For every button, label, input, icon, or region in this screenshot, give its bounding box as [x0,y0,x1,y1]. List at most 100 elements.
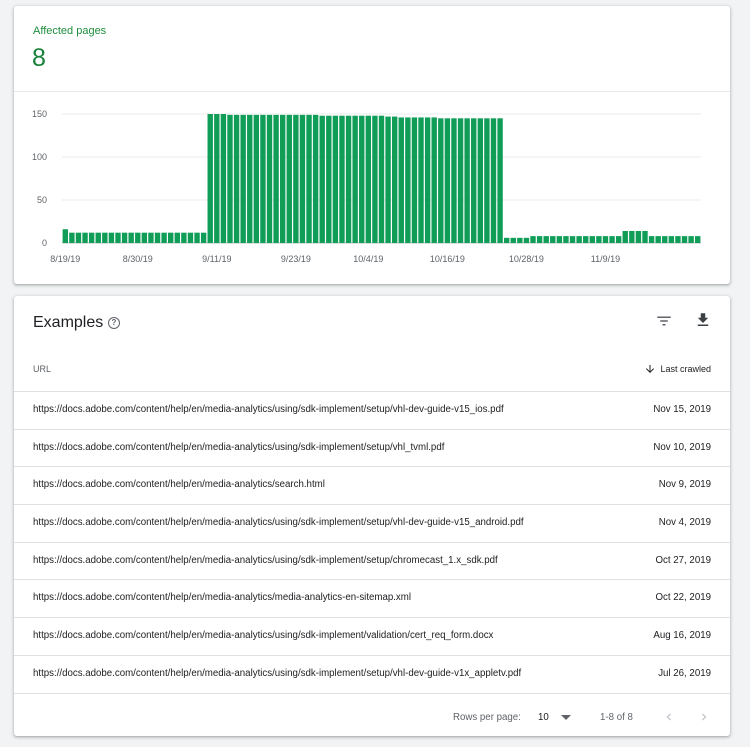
bar[interactable] [418,117,424,243]
filter-icon[interactable] [655,312,673,330]
bar[interactable] [75,232,82,243]
bar[interactable] [352,115,358,243]
bar[interactable] [457,118,464,243]
table-row[interactable]: https://docs.adobe.com/content/help/en/m… [14,430,730,468]
bar[interactable] [273,114,279,243]
bar[interactable] [95,232,101,243]
bar[interactable] [88,232,95,243]
bar[interactable] [629,230,635,243]
bar[interactable] [161,232,167,243]
bar[interactable] [233,114,240,243]
bar[interactable] [411,117,418,243]
bar[interactable] [648,236,655,243]
bar[interactable] [451,118,457,243]
bar[interactable] [293,114,299,243]
bar[interactable] [477,118,484,243]
bar[interactable] [563,236,569,243]
bar[interactable] [240,114,246,243]
bar[interactable] [207,114,213,243]
bar[interactable] [490,118,497,243]
bar[interactable] [536,236,543,243]
bar[interactable] [82,232,88,243]
table-row[interactable]: https://docs.adobe.com/content/help/en/m… [14,580,730,619]
bar[interactable] [168,232,174,243]
bar[interactable] [391,116,398,243]
bar[interactable] [503,237,510,243]
bar[interactable] [438,118,444,243]
bar[interactable] [135,232,141,243]
bar[interactable] [471,118,477,243]
bar[interactable] [359,115,365,243]
bar[interactable] [385,116,391,243]
bar[interactable] [602,236,609,243]
bar[interactable] [596,236,602,243]
bar[interactable] [141,232,148,243]
bar[interactable] [543,236,549,243]
bar[interactable] [530,236,536,243]
bar[interactable] [589,236,595,243]
bar[interactable] [675,236,681,243]
dropdown-arrow-icon[interactable] [561,715,571,721]
bar[interactable] [214,114,220,243]
bar[interactable] [220,114,227,243]
download-icon[interactable] [694,311,712,329]
bar[interactable] [424,117,431,243]
bar[interactable] [662,236,668,243]
bar[interactable] [247,114,253,243]
last-crawled-column-header[interactable]: Last crawled [644,363,711,375]
bar[interactable] [174,232,180,243]
bar[interactable] [260,114,266,243]
bar[interactable] [681,236,688,243]
bar[interactable] [398,117,404,243]
bar[interactable] [62,229,68,243]
bar[interactable] [372,115,378,243]
table-row[interactable]: https://docs.adobe.com/content/help/en/m… [14,543,730,581]
bar[interactable] [405,117,411,243]
bar[interactable] [569,236,576,243]
bar[interactable] [484,118,490,243]
bar[interactable] [121,232,128,243]
bar[interactable] [642,230,648,243]
bar[interactable] [266,114,273,243]
bar[interactable] [609,236,615,243]
bar[interactable] [279,114,286,243]
bar[interactable] [464,118,470,243]
bar[interactable] [154,232,161,243]
bar[interactable] [444,118,451,243]
table-row[interactable]: https://docs.adobe.com/content/help/en/m… [14,618,730,656]
bar[interactable] [431,117,437,243]
bar[interactable] [339,115,345,243]
bar[interactable] [615,236,622,243]
bar[interactable] [102,232,108,243]
table-row[interactable]: https://docs.adobe.com/content/help/en/m… [14,505,730,543]
bar[interactable] [523,237,530,243]
bar[interactable] [299,114,306,243]
chevron-right-icon[interactable] [697,710,711,724]
bar[interactable] [306,114,312,243]
bar[interactable] [69,232,75,243]
bar[interactable] [253,114,260,243]
bar[interactable] [227,114,233,243]
help-circle-icon[interactable]: ? [108,317,120,329]
bar[interactable] [312,114,319,243]
bar[interactable] [378,115,385,243]
bar[interactable] [688,236,694,243]
bar[interactable] [695,236,701,243]
bar[interactable] [148,232,154,243]
bar[interactable] [194,232,200,243]
bar[interactable] [181,232,187,243]
rows-per-page-select[interactable]: 10 [538,712,549,723]
bar[interactable] [668,236,675,243]
bar[interactable] [576,236,582,243]
table-row[interactable]: https://docs.adobe.com/content/help/en/m… [14,467,730,506]
bar[interactable] [128,232,134,243]
bar[interactable] [332,115,339,243]
bar[interactable] [583,236,589,243]
table-row[interactable]: https://docs.adobe.com/content/help/en/m… [14,656,730,694]
bar[interactable] [365,115,372,243]
bar[interactable] [655,236,661,243]
bar[interactable] [319,115,325,243]
chevron-left-icon[interactable] [662,710,676,724]
bar[interactable] [345,115,352,243]
bar[interactable] [115,232,121,243]
